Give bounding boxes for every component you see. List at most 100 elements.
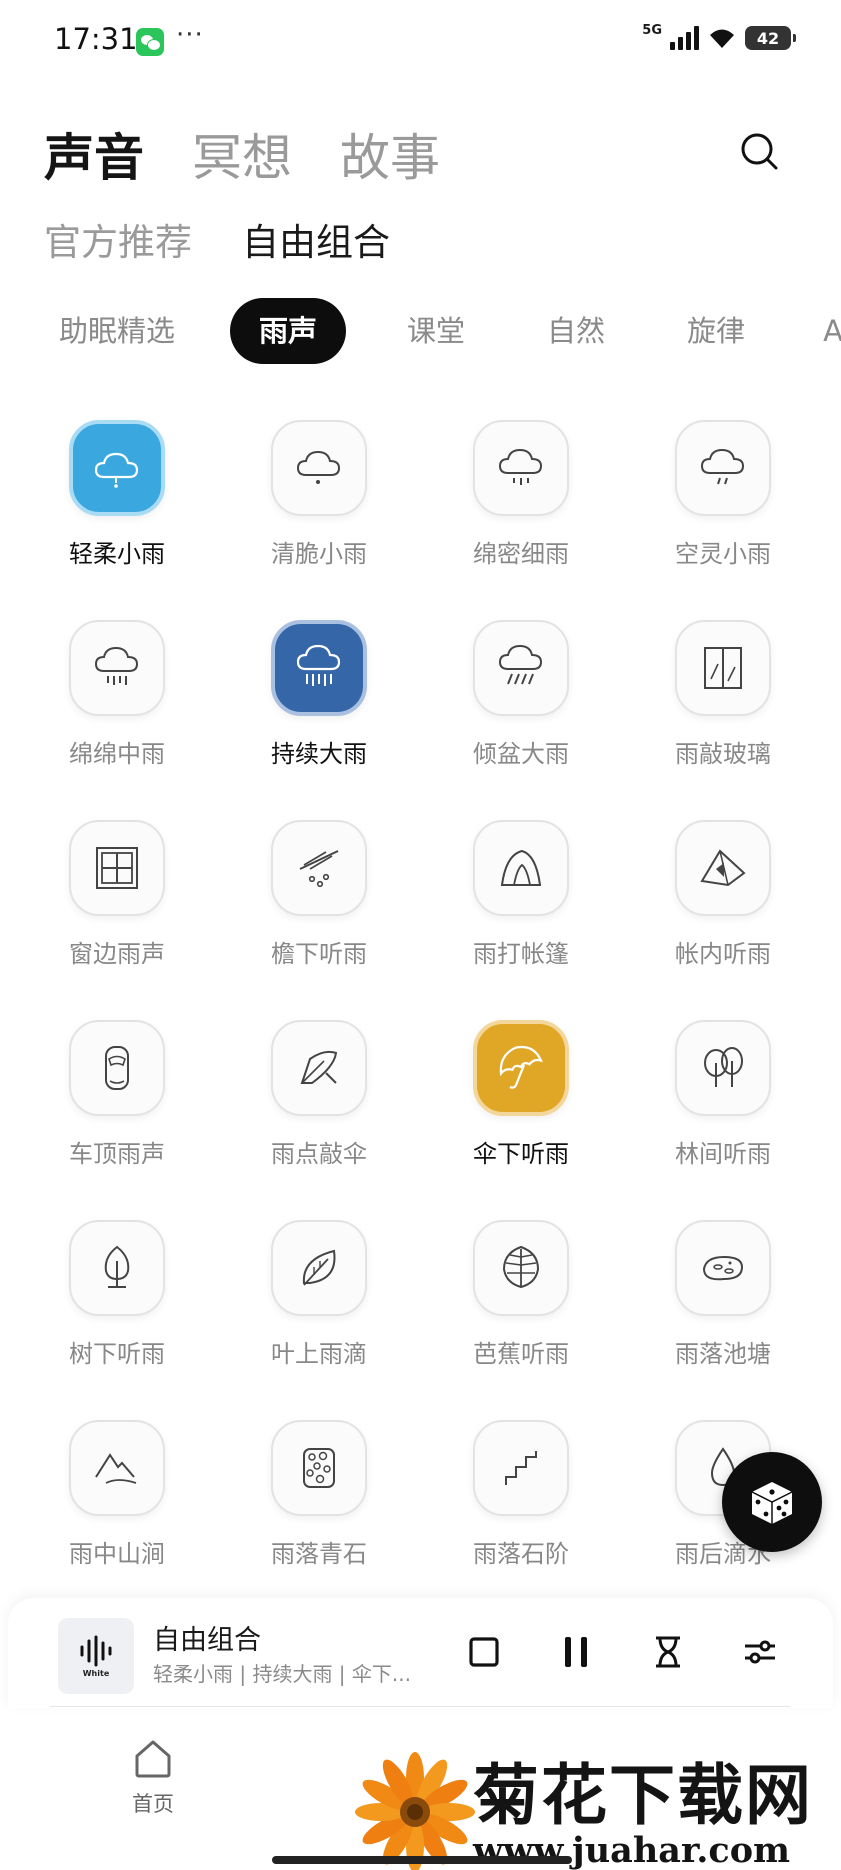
- search-icon[interactable]: [738, 130, 782, 174]
- tab-free-combination[interactable]: 自由组合: [242, 212, 390, 266]
- mini-player[interactable]: White 自由组合 轻柔小雨 | 持续大雨 | 伞下...: [8, 1598, 833, 1708]
- sound-label: 雨中山涧: [69, 1540, 165, 1568]
- status-indicators: 5G 42: [642, 22, 796, 50]
- main-tabs: 声音 冥想 故事: [44, 118, 440, 190]
- sound-label: 帐内听雨: [675, 940, 771, 968]
- sound-item-ethereal-light-rain[interactable]: 空灵小雨: [623, 420, 823, 590]
- mixer-settings-button[interactable]: [736, 1628, 784, 1676]
- tab-official-recommend[interactable]: 官方推荐: [44, 212, 192, 266]
- cover-label: White: [82, 1668, 110, 1678]
- more-notifications-icon: ···: [176, 20, 204, 50]
- sound-label: 檐下听雨: [271, 940, 367, 968]
- sound-item-raindrops-on-umbrella[interactable]: 雨点敲伞: [219, 1020, 419, 1190]
- sound-item-raindrops-on-leaves[interactable]: 叶上雨滴: [219, 1220, 419, 1390]
- sound-item-inside-tent[interactable]: 帐内听雨: [623, 820, 823, 990]
- hourglass-timer-icon: [656, 1636, 680, 1668]
- pause-button[interactable]: [552, 1628, 600, 1676]
- sound-label: 车顶雨声: [69, 1140, 165, 1168]
- network-type: 5G: [642, 22, 662, 38]
- glass-window-icon: [675, 620, 771, 716]
- category-chips: 助眠精选 雨声 课堂 自然 旋律 A: [40, 298, 841, 364]
- sound-label: 伞下听雨: [473, 1140, 569, 1168]
- car-icon: [69, 1020, 165, 1116]
- home-icon: [135, 1740, 171, 1778]
- sound-item-forest-rain[interactable]: 林间听雨: [623, 1020, 823, 1190]
- tab-meditation[interactable]: 冥想: [192, 118, 292, 190]
- sound-item-banana-leaf[interactable]: 芭蕉听雨: [421, 1220, 621, 1390]
- pond-icon: [675, 1220, 771, 1316]
- sound-label: 雨敲玻璃: [675, 740, 771, 768]
- tab-story[interactable]: 故事: [340, 118, 440, 190]
- dice-icon: [751, 1482, 793, 1524]
- sound-item-mountain-stream[interactable]: 雨中山涧: [17, 1420, 217, 1590]
- tree-icon: [69, 1220, 165, 1316]
- timer-button[interactable]: [644, 1628, 692, 1676]
- sound-label: 叶上雨滴: [271, 1340, 367, 1368]
- chip-more[interactable]: A: [818, 298, 841, 364]
- sound-label: 雨落青石: [271, 1540, 367, 1568]
- wifi-icon: [710, 29, 734, 48]
- sub-tabs: 官方推荐 自由组合: [44, 212, 390, 266]
- chip-melody[interactable]: 旋律: [678, 298, 754, 364]
- sliders-icon: [745, 1640, 775, 1664]
- cloud-drizzle-icon: [473, 420, 569, 516]
- sound-item-gentle-light-rain[interactable]: 轻柔小雨: [17, 420, 217, 590]
- waveform-icon: [80, 1635, 112, 1666]
- sound-label: 绵密细雨: [473, 540, 569, 568]
- sound-item-rain-on-stones[interactable]: 雨落青石: [219, 1420, 419, 1590]
- eaves-icon: [271, 820, 367, 916]
- sound-label: 清脆小雨: [271, 540, 367, 568]
- sound-item-continuous-heavy-rain[interactable]: 持续大雨: [219, 620, 419, 790]
- sound-item-window-rain[interactable]: 窗边雨声: [17, 820, 217, 990]
- sound-item-steady-moderate-rain[interactable]: 绵绵中雨: [17, 620, 217, 790]
- sound-item-rain-on-tent[interactable]: 雨打帐篷: [421, 820, 621, 990]
- sound-label: 持续大雨: [271, 740, 367, 768]
- sound-item-dense-drizzle[interactable]: 绵密细雨: [421, 420, 621, 590]
- random-dice-button[interactable]: [722, 1452, 822, 1552]
- chip-classroom[interactable]: 课堂: [398, 298, 474, 364]
- sound-item-rain-on-stone-steps[interactable]: 雨落石阶: [421, 1420, 621, 1590]
- cloud-light-rain-icon: [69, 420, 165, 516]
- umbrella-closed-icon: [271, 1020, 367, 1116]
- window-icon: [69, 820, 165, 916]
- pause-icon: [565, 1637, 587, 1667]
- watermark-url: www.juahar.com: [473, 1830, 791, 1870]
- sound-label: 雨落石阶: [473, 1540, 569, 1568]
- status-time: 17:31: [54, 22, 138, 56]
- sound-item-car-roof[interactable]: 车顶雨声: [17, 1020, 217, 1190]
- sound-label: 林间听雨: [675, 1140, 771, 1168]
- trees-icon: [675, 1020, 771, 1116]
- chip-nature[interactable]: 自然: [538, 298, 614, 364]
- battery-icon: 42: [745, 26, 796, 50]
- player-title: 自由组合: [153, 1625, 261, 1656]
- signal-icon: [670, 26, 699, 50]
- watermark: 菊花下载网 www.juahar.com: [355, 1740, 841, 1870]
- home-indicator: [272, 1856, 572, 1864]
- sound-item-rain-on-glass[interactable]: 雨敲玻璃: [623, 620, 823, 790]
- sound-item-rain-on-pond[interactable]: 雨落池塘: [623, 1220, 823, 1390]
- stop-button[interactable]: [460, 1628, 508, 1676]
- stop-icon: [469, 1637, 499, 1667]
- sound-item-crisp-light-rain[interactable]: 清脆小雨: [219, 420, 419, 590]
- cloud-drop-icon: [271, 420, 367, 516]
- sound-item-under-eaves[interactable]: 檐下听雨: [219, 820, 419, 990]
- chip-sleep-picks[interactable]: 助眠精选: [54, 298, 180, 364]
- player-cover[interactable]: White: [58, 1618, 134, 1694]
- divider: [50, 1706, 790, 1707]
- cloud-slant-rain-icon: [675, 420, 771, 516]
- tab-sound[interactable]: 声音: [44, 118, 144, 190]
- sound-label: 轻柔小雨: [69, 540, 165, 568]
- sound-item-under-tree[interactable]: 树下听雨: [17, 1220, 217, 1390]
- sound-item-under-umbrella[interactable]: 伞下听雨: [421, 1020, 621, 1190]
- stones-icon: [271, 1420, 367, 1516]
- cloud-heavy-rain-icon: [271, 620, 367, 716]
- leaf-icon: [271, 1220, 367, 1316]
- watermark-title: 菊花下载网: [473, 1757, 813, 1834]
- sound-item-downpour[interactable]: 倾盆大雨: [421, 620, 621, 790]
- status-bar: 17:31 ··· 5G 42: [0, 0, 841, 80]
- stairs-icon: [473, 1420, 569, 1516]
- umbrella-icon: [473, 1020, 569, 1116]
- cloud-downpour-icon: [473, 620, 569, 716]
- chip-rain[interactable]: 雨声: [230, 298, 346, 364]
- nav-home[interactable]: 首页: [118, 1736, 188, 1818]
